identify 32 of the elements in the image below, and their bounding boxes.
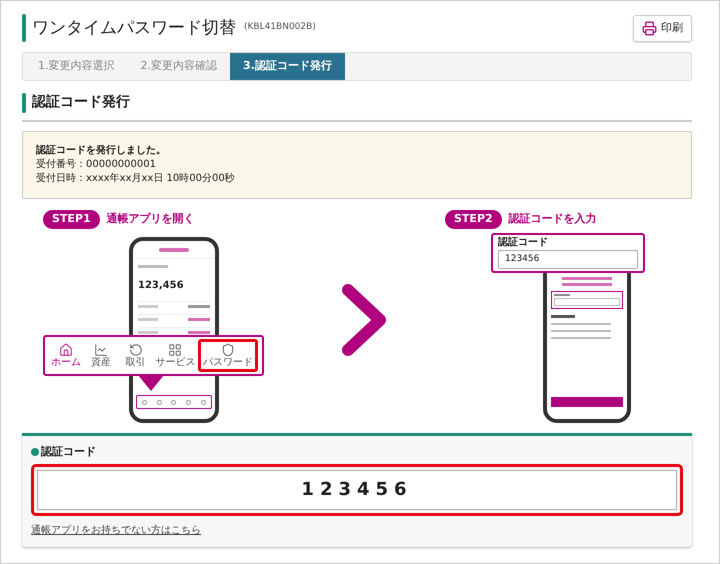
notice-text: 受付番号：00000000001	[36, 158, 157, 172]
window-title: ワンタイムパスワード切替	[32, 20, 236, 36]
rotate-icon	[128, 342, 142, 356]
screen-id: (KBL41BN002B)	[244, 21, 316, 34]
field-label: 認証コード	[498, 237, 549, 249]
nav-tab[interactable]: サービス	[153, 339, 198, 372]
notice-text: 認証コードを発行しました。	[36, 144, 167, 158]
step-badge: STEP1	[43, 210, 100, 228]
nav-tab[interactable]: ホーム	[49, 339, 83, 372]
step-title: 認証コードを入力	[508, 211, 597, 227]
balance-text: 123,456	[138, 280, 184, 291]
notice-text: 受付日時：xxxx年xx月xx日 10時00分00秒	[36, 172, 236, 186]
nav-tab[interactable]: 取引	[118, 339, 152, 372]
shield-icon	[221, 342, 235, 356]
step-label: 1.変更内容選択	[37, 58, 116, 74]
nav-tab[interactable]: パスワード	[198, 339, 258, 372]
code-label: 認証コード	[41, 444, 96, 460]
house-icon	[59, 342, 73, 356]
code-input-field: 123456	[498, 250, 638, 269]
step-label: 3.認証コード発行	[230, 53, 345, 80]
print-button[interactable]: 印刷	[633, 14, 692, 42]
grid-icon	[168, 342, 182, 356]
chevron-icon	[342, 284, 388, 356]
nav-tab[interactable]: 資産	[84, 339, 118, 372]
section-title: 認証コード発行	[32, 93, 130, 112]
step-label: 2.変更内容確認	[140, 58, 218, 74]
step-badge: STEP2	[445, 210, 502, 228]
chart-icon	[94, 342, 108, 356]
step-title: 通帳アプリを開く	[106, 211, 195, 227]
printer-icon	[642, 20, 657, 36]
code-text: 123456	[301, 478, 413, 502]
no-app-link[interactable]: 通帳アプリをお持ちでない方はこちら	[31, 522, 201, 538]
